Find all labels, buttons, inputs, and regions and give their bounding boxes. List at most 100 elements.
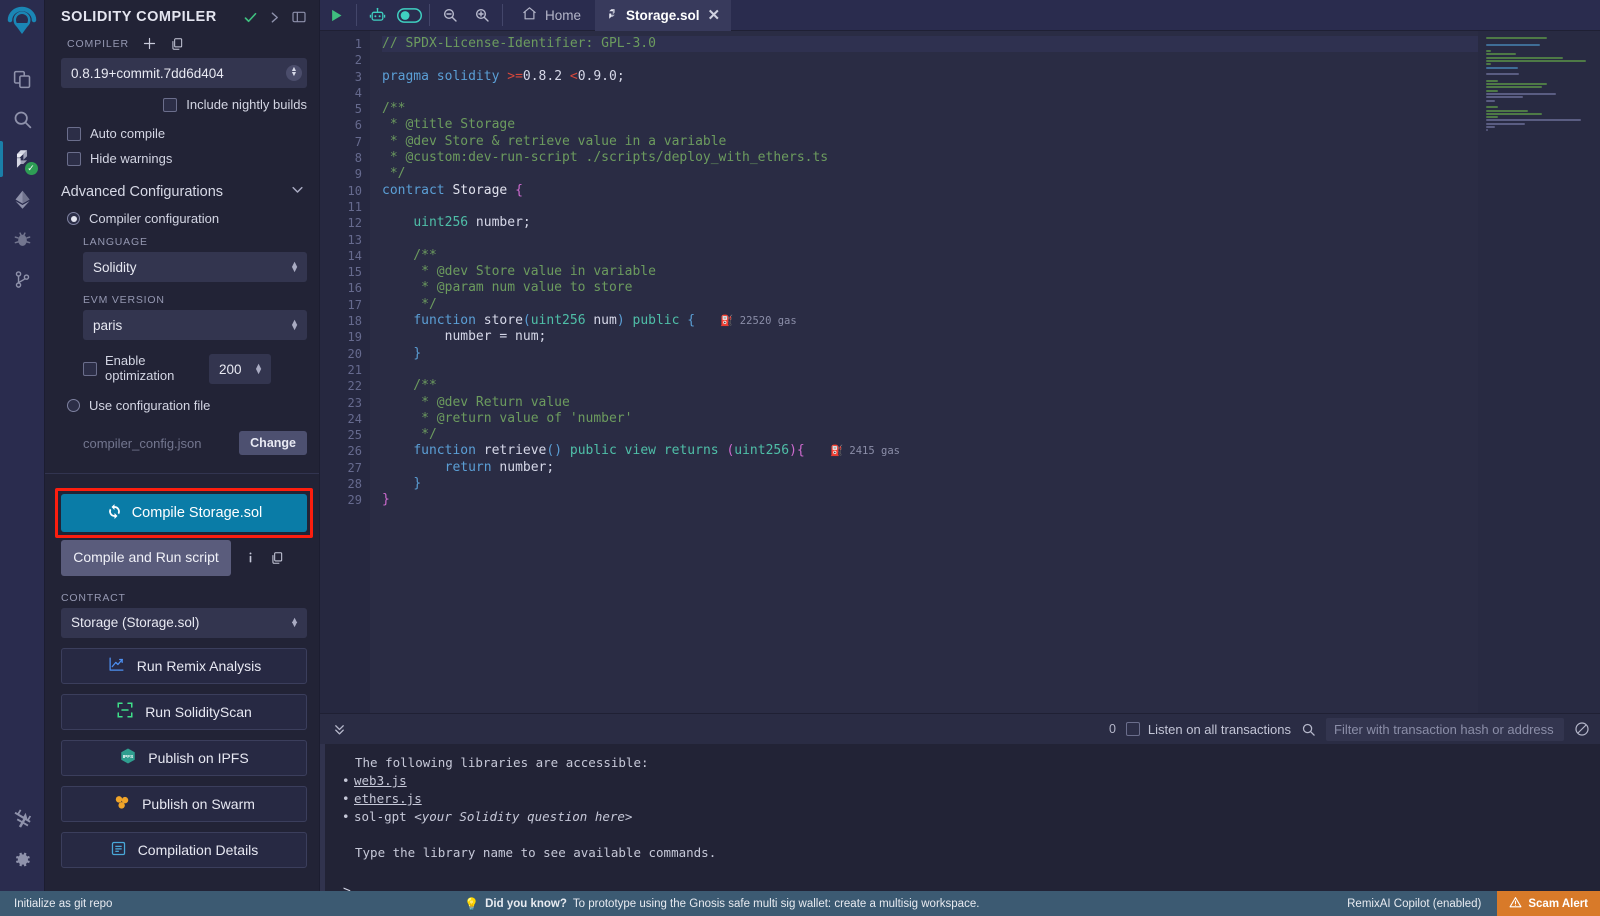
code-line[interactable]: */: [382, 297, 1600, 313]
use-config-file-row[interactable]: Use configuration file: [61, 384, 307, 417]
code-line[interactable]: }: [382, 476, 1600, 492]
hide-warnings-checkbox[interactable]: [67, 152, 81, 166]
sidebar-item-file-explorer[interactable]: [0, 59, 45, 99]
code-line[interactable]: */: [382, 166, 1600, 182]
code-line[interactable]: * @dev Store & retrieve value in a varia…: [382, 134, 1600, 150]
code-line[interactable]: uint256 number;: [382, 215, 1600, 231]
zoom-out-icon[interactable]: [434, 0, 466, 31]
run-solidityscan-button[interactable]: Run SolidityScan: [61, 694, 307, 730]
line-number: 11: [330, 199, 362, 215]
code-line[interactable]: }: [382, 492, 1600, 508]
search-icon[interactable]: [1301, 722, 1316, 737]
close-icon[interactable]: ✕: [708, 8, 721, 23]
copy-compiler-icon[interactable]: [170, 37, 184, 51]
change-config-button[interactable]: Change: [239, 431, 307, 455]
enable-optimization-checkbox[interactable]: [83, 362, 97, 376]
info-icon[interactable]: [244, 550, 257, 565]
publish-on-swarm-button[interactable]: Publish on Swarm: [61, 786, 307, 822]
include-nightly-checkbox[interactable]: [163, 98, 177, 112]
code-line[interactable]: return number;: [382, 460, 1600, 476]
terminal-output[interactable]: The following libraries are accessible: …: [320, 744, 1600, 891]
code-line[interactable]: * @title Storage: [382, 117, 1600, 133]
evm-version-select[interactable]: paris ▲▼: [83, 310, 307, 340]
add-compiler-icon[interactable]: [142, 36, 157, 51]
code-line[interactable]: * @dev Store value in variable: [382, 264, 1600, 280]
code-line[interactable]: */: [382, 427, 1600, 443]
code-line[interactable]: function retrieve() public view returns …: [382, 443, 1600, 459]
terminal-count: 0: [1109, 722, 1116, 736]
listen-on-all-transactions-row[interactable]: Listen on all transactions: [1126, 722, 1291, 737]
code-line[interactable]: function store(uint256 num) public { ⛽ 2…: [382, 313, 1600, 329]
chevron-double-down-icon[interactable]: [332, 722, 347, 737]
init-git-repo-button[interactable]: Initialize as git repo: [0, 898, 112, 910]
clear-terminal-icon[interactable]: [1574, 721, 1590, 737]
code-line[interactable]: * @return value of 'number': [382, 411, 1600, 427]
code-line[interactable]: [382, 85, 1600, 101]
include-nightly-row[interactable]: Include nightly builds: [61, 88, 307, 117]
auto-compile-checkbox[interactable]: [67, 127, 81, 141]
code-line[interactable]: * @param num value to store: [382, 280, 1600, 296]
code-editor[interactable]: 1234567891011121314151617181920212223242…: [320, 31, 1600, 713]
spinner-icon[interactable]: ▲▼: [286, 65, 302, 81]
sol-gpt-hint: <your Solidity question here>: [414, 809, 632, 824]
home-tab[interactable]: Home: [507, 0, 595, 31]
compiler-version-select[interactable]: 0.8.19+commit.7dd6d404 ▲▼: [61, 58, 307, 88]
code-line[interactable]: contract Storage {: [382, 183, 1600, 199]
terminal-panel: 0 Listen on all transactions The: [320, 713, 1600, 891]
listen-on-all-transactions-checkbox[interactable]: [1126, 722, 1140, 736]
compiler-configuration-radio[interactable]: [67, 212, 80, 225]
code-line[interactable]: [382, 52, 1600, 68]
compiler-configuration-radio-row[interactable]: Compiler configuration: [61, 208, 307, 230]
remix-ai-robot-icon[interactable]: [361, 0, 393, 31]
scam-alert-button[interactable]: Scam Alert: [1497, 891, 1600, 916]
compile-button[interactable]: Compile Storage.sol: [61, 494, 307, 532]
sidebar-item-git[interactable]: [0, 259, 45, 299]
terminal-scrollbar[interactable]: [320, 792, 325, 844]
gas-estimate: ⛽ 2415 gas: [805, 445, 900, 457]
code-line[interactable]: pragma solidity >=0.8.2 <0.9.0;: [382, 69, 1600, 85]
terminal-prompt[interactable]: >: [337, 884, 1600, 891]
ethersjs-link[interactable]: ethers.js: [354, 791, 422, 806]
code-line[interactable]: }: [382, 346, 1600, 362]
sidebar-item-search[interactable]: [0, 99, 45, 139]
sidebar-item-solidity-compiler[interactable]: ✓: [0, 139, 45, 179]
code-line[interactable]: /**: [382, 101, 1600, 117]
panel-layout-icon[interactable]: [291, 9, 307, 25]
compile-and-run-script-button[interactable]: Compile and Run script: [61, 540, 231, 576]
auto-compile-row[interactable]: Auto compile: [61, 117, 307, 141]
compilation-details-button[interactable]: Compilation Details: [61, 832, 307, 868]
ai-toggle-switch[interactable]: [393, 0, 425, 31]
code-line[interactable]: [382, 232, 1600, 248]
run-script-icon[interactable]: [320, 0, 352, 31]
code-line[interactable]: // SPDX-License-Identifier: GPL-3.0: [382, 36, 1600, 52]
transaction-filter-input[interactable]: [1326, 718, 1564, 741]
sidebar-item-plugin-manager[interactable]: [0, 799, 45, 839]
hide-warnings-row[interactable]: Hide warnings: [61, 141, 307, 166]
optimization-runs-input[interactable]: 200 ▲▼: [209, 354, 271, 384]
contract-select[interactable]: Storage (Storage.sol) ▲▼: [61, 608, 307, 638]
code-line[interactable]: * @custom:dev-run-script ./scripts/deplo…: [382, 150, 1600, 166]
publish-on-ipfs-button[interactable]: IPFS Publish on IPFS: [61, 740, 307, 776]
remixai-copilot-status[interactable]: RemixAI Copilot (enabled): [1331, 898, 1497, 910]
language-select[interactable]: Solidity ▲▼: [83, 252, 307, 282]
sidebar-item-deploy-run[interactable]: [0, 179, 45, 219]
run-remix-analysis-button[interactable]: Run Remix Analysis: [61, 648, 307, 684]
tab-storage-sol[interactable]: Storage.sol ✕: [595, 0, 731, 31]
code-line[interactable]: * @dev Return value: [382, 395, 1600, 411]
code-line[interactable]: /**: [382, 248, 1600, 264]
sidebar-item-settings[interactable]: [0, 839, 45, 879]
remix-logo-icon[interactable]: [5, 6, 39, 45]
chevron-down-icon[interactable]: [290, 182, 305, 201]
sidebar-item-debugger[interactable]: [0, 219, 45, 259]
chevron-right-icon[interactable]: [268, 11, 281, 24]
code-line[interactable]: number = num;: [382, 329, 1600, 345]
code-line[interactable]: /**: [382, 378, 1600, 394]
use-config-file-radio[interactable]: [67, 399, 80, 412]
zoom-in-icon[interactable]: [466, 0, 498, 31]
code-line[interactable]: [382, 199, 1600, 215]
code-content[interactable]: // SPDX-License-Identifier: GPL-3.0 prag…: [370, 31, 1600, 713]
code-line[interactable]: [382, 362, 1600, 378]
advanced-configurations-header[interactable]: Advanced Configurations: [61, 166, 307, 208]
copy-icon[interactable]: [270, 551, 284, 565]
web3js-link[interactable]: web3.js: [354, 773, 407, 788]
